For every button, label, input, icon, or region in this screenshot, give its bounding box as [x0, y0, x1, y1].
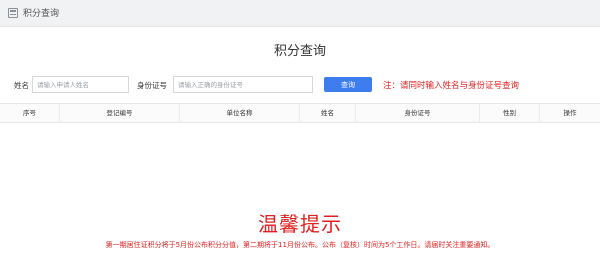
notice-body: 第一期居住证积分将于5月份公布积分分值，第二期将于11月份公布。公布（复核）时间… [105, 241, 495, 249]
id-number-label: 身份证号 [137, 81, 167, 90]
top-bar-title: 积分查询 [23, 9, 60, 19]
query-form: 姓名 身份证号 查询 注：请同时输入姓名与身份证号查询 [0, 76, 600, 96]
column-header-id-number: 身份证号 [356, 104, 480, 122]
column-header-employer-name: 单位名称 [180, 104, 300, 122]
query-button[interactable]: 查询 [324, 77, 372, 92]
id-number-input[interactable] [173, 76, 313, 93]
notice-title: 温馨提示 [258, 212, 342, 236]
results-table-header: 序号 登记编号 单位名称 姓名 身份证号 性别 操作 [0, 103, 600, 123]
column-header-name: 姓名 [300, 104, 356, 122]
name-label: 姓名 [14, 81, 29, 90]
column-header-gender: 性别 [480, 104, 540, 122]
column-header-actions: 操作 [563, 109, 577, 117]
name-input[interactable] [32, 76, 129, 93]
top-bar: 积分查询 [0, 0, 600, 27]
query-note: 注：请同时输入姓名与身份证号查询 [383, 81, 520, 91]
column-header-index: 序号 [0, 104, 60, 122]
document-icon [8, 8, 18, 18]
column-header-registration-number: 登记编号 [60, 104, 180, 122]
page-title: 积分查询 [273, 44, 326, 59]
